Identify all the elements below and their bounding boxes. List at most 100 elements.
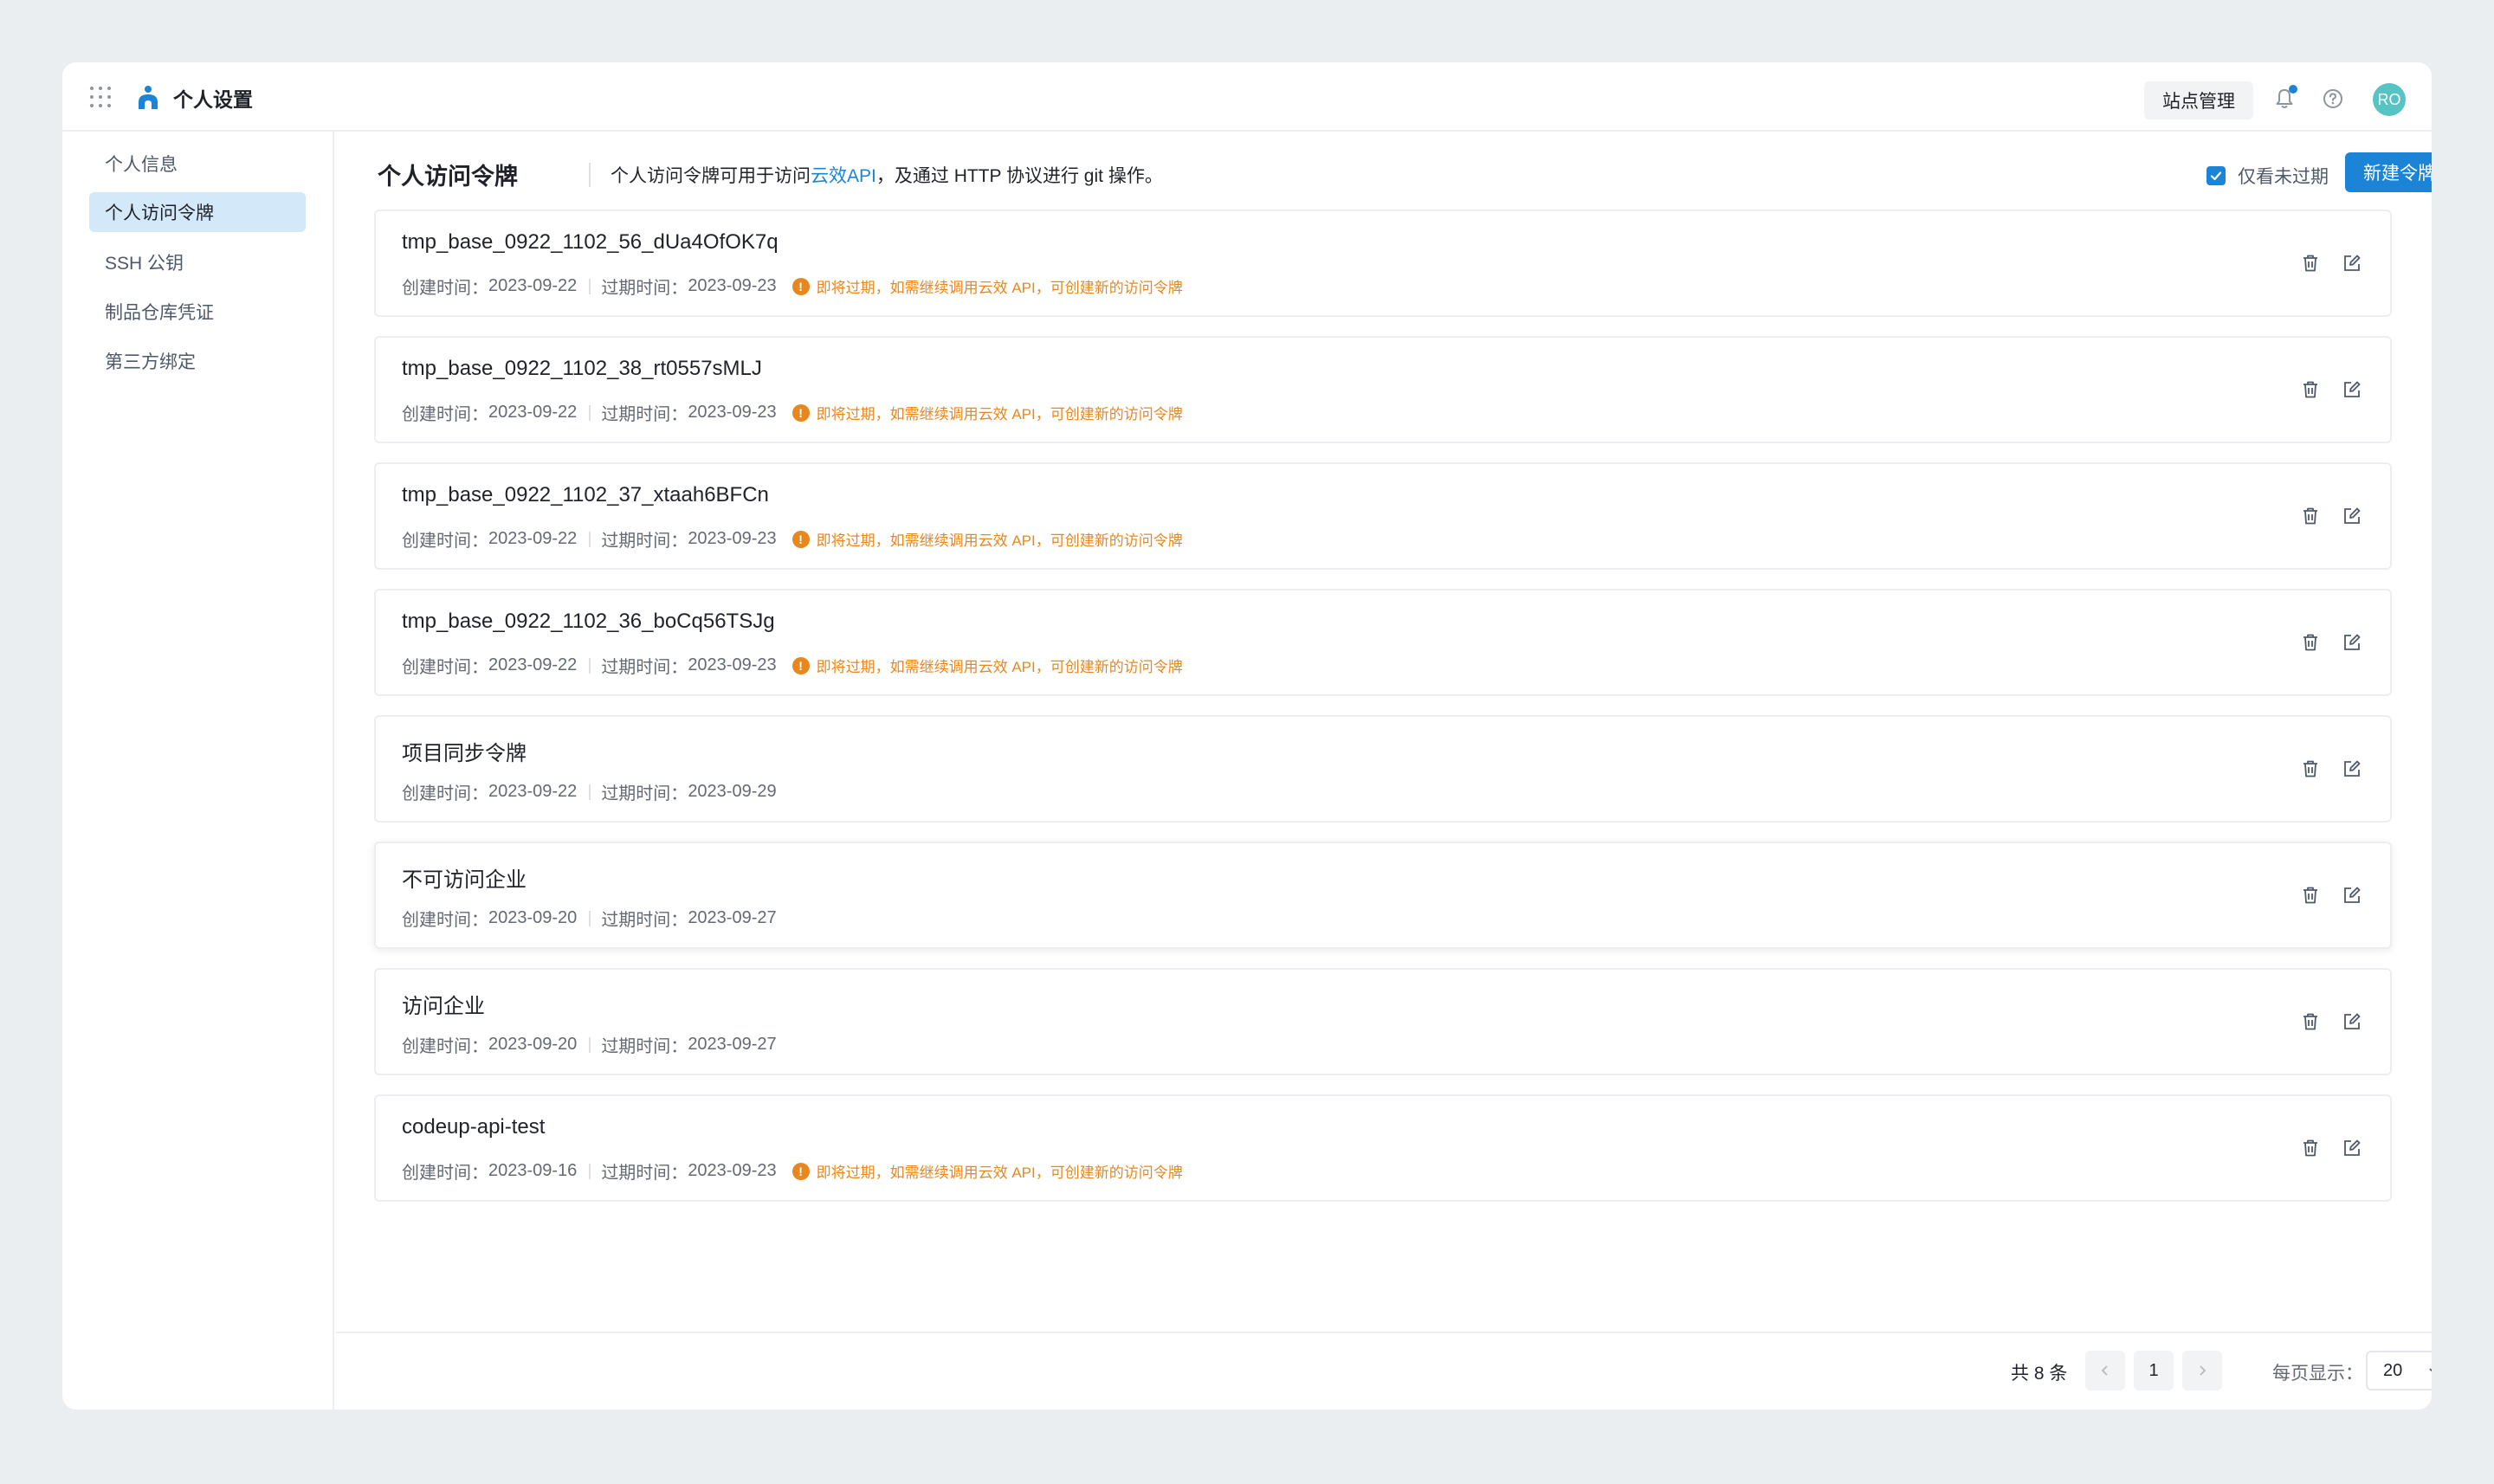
card-actions <box>2281 504 2364 528</box>
chevron-down-icon <box>2429 1368 2432 1372</box>
expires-date: 2023-09-23 <box>688 1161 777 1180</box>
created-label: 创建时间： <box>402 279 488 298</box>
expires-label: 过期时间： <box>601 784 688 803</box>
prev-page-button[interactable] <box>2085 1351 2125 1390</box>
trash-icon[interactable] <box>2298 251 2323 275</box>
trash-icon[interactable] <box>2298 1136 2323 1160</box>
token-name: 不可访问企业 <box>402 868 527 892</box>
sidebar-item-ssh-keys[interactable]: SSH 公钥 <box>89 242 306 282</box>
chevron-left-icon <box>2101 1365 2108 1376</box>
edit-icon[interactable] <box>2340 630 2364 655</box>
next-page-button[interactable] <box>2182 1351 2222 1390</box>
edit-icon[interactable] <box>2340 377 2364 402</box>
chevron-right-icon <box>2200 1365 2206 1376</box>
trash-icon[interactable] <box>2298 504 2323 528</box>
sidebar-item-profile[interactable]: 个人信息 <box>89 144 306 184</box>
created-date: 2023-09-22 <box>488 276 578 295</box>
token-card: tmp_base_0922_1102_38_rt0557sMLJ 创建时间： 20… <box>374 336 2392 443</box>
created-date: 2023-09-22 <box>488 403 578 422</box>
trash-icon[interactable] <box>2298 883 2323 907</box>
edit-icon[interactable] <box>2340 1010 2364 1034</box>
page-button-current[interactable]: 1 <box>2134 1351 2174 1390</box>
meta-divider <box>589 784 591 800</box>
created-label: 创建时间： <box>402 1037 488 1056</box>
avatar[interactable]: RO <box>2373 83 2406 116</box>
edit-icon[interactable] <box>2340 504 2364 528</box>
unexpired-checkbox[interactable] <box>2206 166 2226 185</box>
expiry-warning-text: 即将过期，如需继续调用云效 API，可创建新的访问令牌 <box>816 1165 1183 1181</box>
per-page-label: 每页显示： <box>2272 1364 2363 1384</box>
card-actions <box>2281 251 2364 275</box>
app-title: 个人设置 <box>173 88 253 111</box>
edit-icon[interactable] <box>2340 1136 2364 1160</box>
edit-icon[interactable] <box>2340 883 2364 907</box>
warning-circle-icon: ! <box>791 277 810 295</box>
desc-text-after: ，及通过 HTTP 协议进行 git 操作。 <box>875 166 1163 186</box>
unexpired-filter[interactable]: 仅看未过期 <box>2206 163 2329 189</box>
apps-grid-icon[interactable] <box>90 87 111 107</box>
new-token-button[interactable]: 新建令牌 <box>2345 152 2432 192</box>
meta-divider <box>589 657 591 674</box>
edit-icon[interactable] <box>2340 251 2364 275</box>
title-divider <box>589 163 591 187</box>
token-card: 不可访问企业 创建时间： 2023-09-20 过期时间： 2023-09-27 <box>374 842 2392 949</box>
expires-date: 2023-09-23 <box>688 529 777 548</box>
per-page-select[interactable]: 20 <box>2366 1351 2432 1390</box>
meta-divider <box>589 1036 591 1053</box>
card-actions <box>2281 757 2364 781</box>
meta-divider <box>589 404 591 421</box>
edit-icon[interactable] <box>2340 757 2364 781</box>
site-manage-button[interactable]: 站点管理 <box>2144 81 2253 119</box>
pagination-bar: 共 8 条 1 每页显示： 20 <box>336 1332 2432 1410</box>
total-count: 共 8 条 <box>2011 1364 2068 1384</box>
sidebar-item-artifact-credentials[interactable]: 制品仓库凭证 <box>89 292 306 332</box>
sidebar: 个人信息 个人访问令牌 SSH 公钥 制品仓库凭证 第三方绑定 <box>62 132 334 1410</box>
token-name: tmp_base_0922_1102_37_xtaah6BFCn <box>402 483 769 506</box>
token-card: 项目同步令牌 创建时间： 2023-09-22 过期时间： 2023-09-29 <box>374 715 2392 823</box>
expires-date: 2023-09-23 <box>688 276 777 295</box>
token-name: codeup-api-test <box>402 1115 546 1139</box>
meta-divider <box>589 1163 591 1179</box>
card-actions <box>2281 377 2364 402</box>
expires-date: 2023-09-23 <box>688 403 777 422</box>
token-name: 访问企业 <box>402 995 485 1018</box>
per-page-value: 20 <box>2383 1360 2403 1380</box>
expires-label: 过期时间： <box>601 279 688 298</box>
card-actions <box>2281 1136 2364 1160</box>
created-date: 2023-09-20 <box>488 1035 578 1054</box>
token-meta: 创建时间： 2023-09-22 过期时间： 2023-09-23 ! 即将过期，如需… <box>402 653 1183 678</box>
meta-divider <box>589 910 591 926</box>
token-name: tmp_base_0922_1102_36_boCq56TSJg <box>402 610 775 633</box>
created-label: 创建时间： <box>402 784 488 803</box>
token-card: tmp_base_0922_1102_56_dUa4OfOK7q 创建时间： 20… <box>374 210 2392 317</box>
created-date: 2023-09-22 <box>488 529 578 548</box>
help-circle-icon[interactable] <box>2321 87 2345 111</box>
expires-label: 过期时间： <box>601 532 688 551</box>
created-label: 创建时间： <box>402 532 488 551</box>
expires-label: 过期时间： <box>601 1037 688 1056</box>
token-card: tmp_base_0922_1102_36_boCq56TSJg 创建时间： 20… <box>374 589 2392 696</box>
token-meta: 创建时间： 2023-09-22 过期时间： 2023-09-29 <box>402 779 777 804</box>
yunxiao-logo-icon <box>135 85 161 111</box>
token-name: tmp_base_0922_1102_38_rt0557sMLJ <box>402 357 762 380</box>
token-meta: 创建时间： 2023-09-20 过期时间： 2023-09-27 <box>402 1032 777 1057</box>
main-content: 个人访问令牌 个人访问令牌可用于访问云效API，及通过 HTTP 协议进行 gi… <box>336 132 2432 1410</box>
trash-icon[interactable] <box>2298 377 2323 402</box>
trash-icon[interactable] <box>2298 1010 2323 1034</box>
unexpired-filter-label: 仅看未过期 <box>2238 167 2329 187</box>
token-meta: 创建时间： 2023-09-22 过期时间： 2023-09-23 ! 即将过期，如需… <box>402 400 1183 425</box>
trash-icon[interactable] <box>2298 630 2323 655</box>
sidebar-item-third-party[interactable]: 第三方绑定 <box>89 341 306 381</box>
warning-circle-icon: ! <box>791 1162 810 1180</box>
trash-icon[interactable] <box>2298 757 2323 781</box>
api-doc-link[interactable]: 云效API <box>811 166 876 186</box>
token-card: 访问企业 创建时间： 2023-09-20 过期时间： 2023-09-27 <box>374 968 2392 1075</box>
expiry-warning-text: 即将过期，如需继续调用云效 API，可创建新的访问令牌 <box>816 532 1183 549</box>
expires-label: 过期时间： <box>601 658 688 677</box>
sidebar-item-access-tokens[interactable]: 个人访问令牌 <box>89 192 306 232</box>
token-name: tmp_base_0922_1102_56_dUa4OfOK7q <box>402 230 779 254</box>
expiry-warning-text: 即将过期，如需继续调用云效 API，可创建新的访问令牌 <box>816 280 1183 296</box>
expiry-warning: ! 即将过期，如需继续调用云效 API，可创建新的访问令牌 <box>791 275 1183 297</box>
warning-circle-icon: ! <box>791 530 810 548</box>
expires-date: 2023-09-29 <box>688 782 777 801</box>
